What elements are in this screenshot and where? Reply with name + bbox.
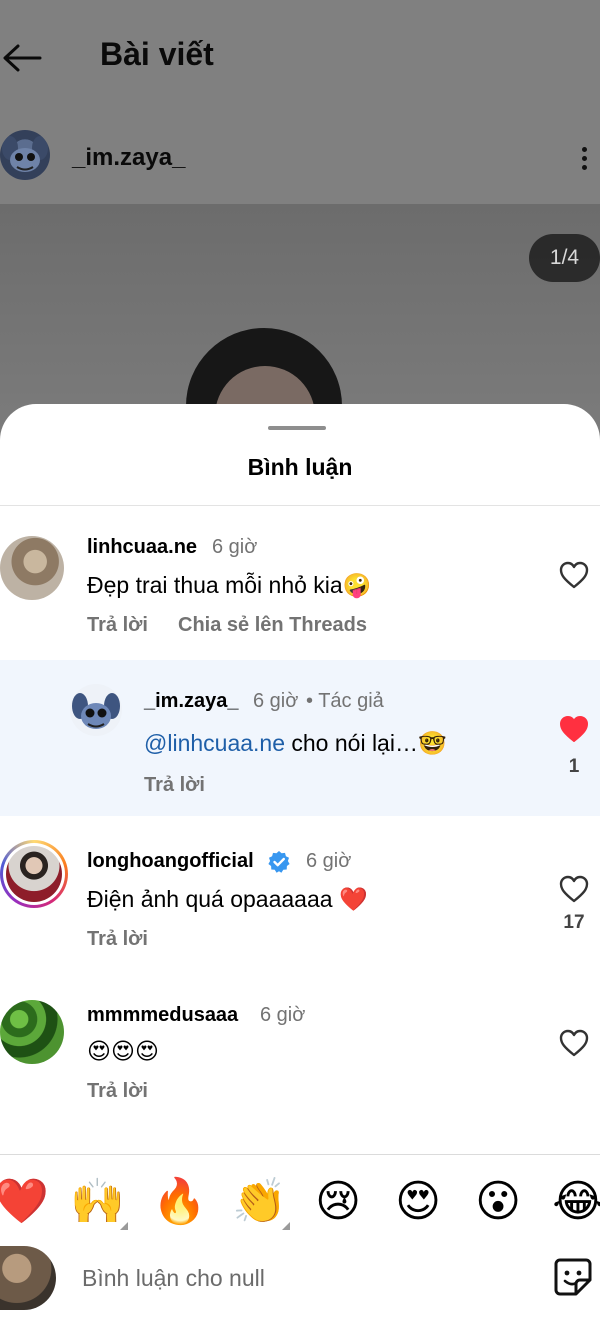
post-owner-row: _im.zaya_ — [0, 120, 600, 204]
comments-sheet: Bình luận linhcuaa.ne 6 giờ Đẹp trai thu… — [0, 404, 600, 1338]
like-count: 1 — [568, 756, 580, 777]
comment-text-body: cho nói lại… — [285, 730, 418, 756]
comment-input[interactable] — [82, 1260, 522, 1296]
page-title: Bài viết — [100, 36, 214, 72]
comment-text: @linhcuaa.ne cho nói lại…🤓 — [144, 730, 447, 757]
comment-item: mmmmedusaaa 6 giờ 😍😍😍 Trả lời — [0, 984, 600, 1134]
variant-caret-icon — [282, 1222, 290, 1230]
more-vertical-icon[interactable] — [570, 140, 598, 176]
reply-button[interactable]: Trả lời — [87, 614, 148, 637]
reaction-raised-hands[interactable]: 🙌 — [70, 1176, 125, 1228]
sheet-drag-handle[interactable] — [268, 426, 326, 430]
divider — [0, 1154, 600, 1155]
reaction-heart-eyes[interactable]: 😍 — [392, 1176, 444, 1228]
current-user-avatar — [0, 1246, 56, 1310]
zany-face-emoji: 🤪 — [342, 572, 372, 598]
avatar-story-ring[interactable] — [0, 840, 68, 908]
comment-time: 6 giờ — [260, 1004, 306, 1026]
nerd-face-emoji: 🤓 — [417, 730, 447, 756]
divider — [0, 505, 600, 506]
avatar[interactable] — [0, 536, 64, 600]
owner-username[interactable]: _im.zaya_ — [72, 144, 185, 172]
comment-item: linhcuaa.ne 6 giờ Đẹp trai thua mỗi nhỏ … — [0, 522, 600, 658]
comment-text: Điện ảnh quá opaaaaaa ❤️ — [87, 886, 368, 913]
variant-caret-icon — [120, 1222, 128, 1230]
avatar[interactable] — [70, 684, 122, 736]
red-heart-emoji: ❤️ — [338, 886, 368, 912]
post-header: Bài viết — [0, 0, 600, 120]
comment-username[interactable]: longhoangofficial — [87, 850, 254, 873]
heart-eyes-emoji: 😍😍😍 — [87, 1038, 159, 1064]
comment-time: 6 giờ — [253, 690, 299, 712]
comment-username[interactable]: _im.zaya_ — [144, 690, 239, 713]
reaction-crying[interactable]: 😢 — [312, 1176, 364, 1228]
comment-text-body: Điện ảnh quá opaaaaaa — [87, 886, 339, 912]
avatar[interactable] — [0, 1000, 64, 1064]
page-counter: 1/4 — [529, 234, 600, 282]
reaction-fire[interactable]: 🔥 — [152, 1176, 207, 1228]
mention-link[interactable]: @linhcuaa.ne — [144, 730, 285, 756]
comment-time: 6 giờ — [306, 850, 352, 872]
comment-time: 6 giờ — [212, 536, 258, 558]
reply-button[interactable]: Trả lời — [144, 774, 205, 797]
reaction-heart[interactable]: ❤️ — [0, 1176, 49, 1228]
owner-avatar[interactable] — [0, 130, 50, 180]
comment-text-body: Đẹp trai thua mỗi nhỏ kia — [87, 572, 343, 598]
heart-outline-icon[interactable] — [558, 1028, 590, 1058]
back-button[interactable] — [0, 38, 44, 78]
verified-badge-icon — [268, 851, 290, 873]
comment-item: longhoangofficial 6 giờ Điện ảnh quá opa… — [0, 830, 600, 980]
reply-comment-item: _im.zaya_ 6 giờ • Tác giả @linhcuaa.ne c… — [0, 660, 600, 816]
heart-filled-icon[interactable] — [558, 714, 590, 744]
share-to-threads-button[interactable]: Chia sẻ lên Threads — [178, 614, 367, 637]
arrow-left-icon — [3, 44, 42, 72]
comment-username[interactable]: mmmmedusaaa — [87, 1004, 238, 1027]
like-count: 17 — [563, 912, 585, 933]
comment-text: Đẹp trai thua mỗi nhỏ kia🤪 — [87, 572, 371, 599]
comment-text: 😍😍😍 — [87, 1038, 159, 1065]
sheet-title: Bình luận — [247, 454, 353, 480]
reply-button[interactable]: Trả lời — [87, 1080, 148, 1103]
author-tag: • Tác giả — [306, 690, 384, 712]
reply-button[interactable]: Trả lời — [87, 928, 148, 951]
heart-outline-icon[interactable] — [558, 874, 590, 904]
reaction-clapping[interactable]: 👏 — [232, 1176, 287, 1228]
heart-outline-icon[interactable] — [558, 560, 590, 590]
reaction-laughing[interactable]: 😂 — [552, 1176, 600, 1228]
sticker-icon[interactable] — [552, 1256, 594, 1298]
reaction-surprised[interactable]: 😮 — [472, 1176, 524, 1228]
comment-username[interactable]: linhcuaa.ne — [87, 536, 197, 559]
